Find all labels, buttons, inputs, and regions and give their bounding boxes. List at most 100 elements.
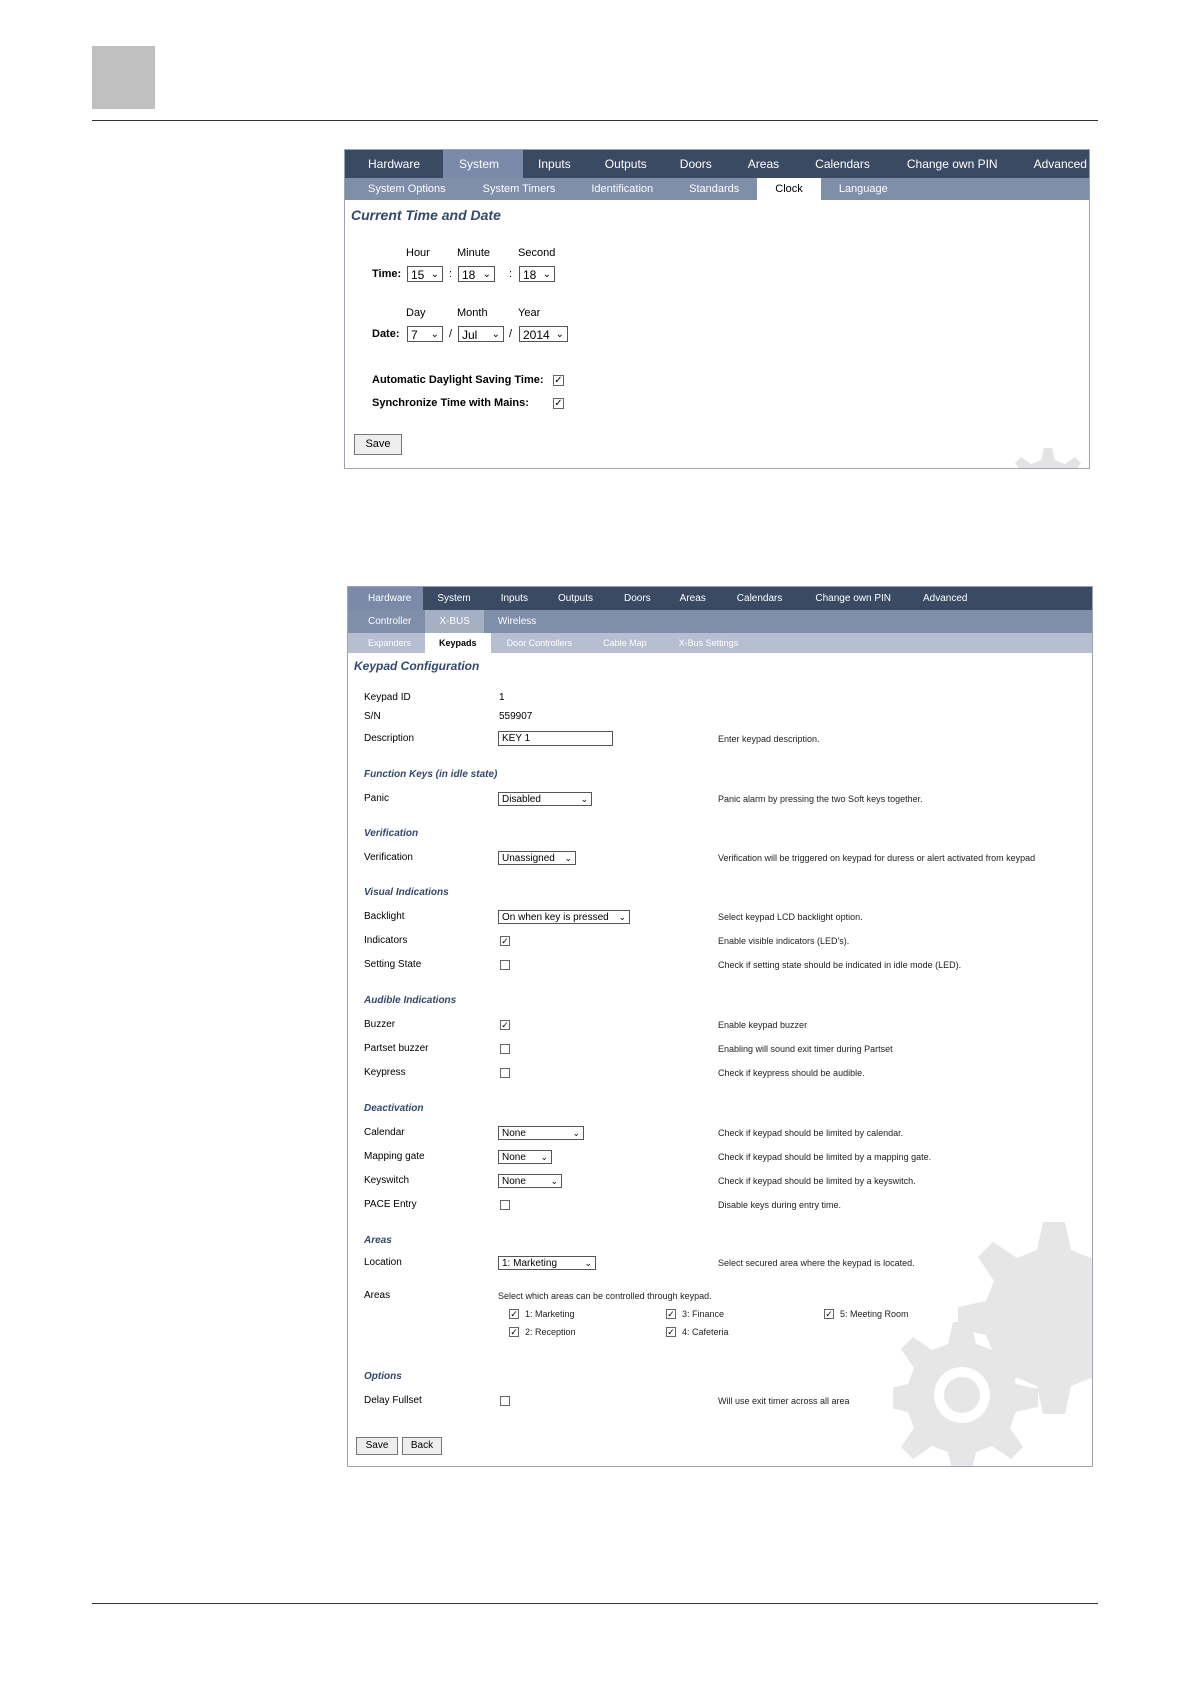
tab-hardware[interactable]: Hardware: [345, 150, 443, 178]
day-select[interactable]: 7 ⌄: [407, 326, 443, 342]
buzzer-label: Buzzer: [364, 1019, 396, 1030]
subtab-expanders[interactable]: Expanders: [348, 633, 425, 653]
chevron-down-icon: ⌄: [550, 1176, 558, 1186]
chapter-marker: [92, 46, 155, 109]
tab-advanced[interactable]: Advanced: [1016, 150, 1089, 178]
location-value: 1: Marketing: [502, 1258, 558, 1269]
indicators-label: Indicators: [364, 935, 408, 946]
subtab-language[interactable]: Language: [821, 178, 906, 200]
location-select[interactable]: 1: Marketing ⌄: [498, 1256, 596, 1270]
tab-change-own-pin[interactable]: Change own PIN: [888, 150, 1016, 178]
calendar-select[interactable]: None ⌄: [498, 1126, 584, 1140]
tab-outputs[interactable]: Outputs: [589, 150, 664, 178]
month-select[interactable]: Jul ⌄: [458, 326, 504, 342]
keyswitch-value: None: [502, 1176, 526, 1187]
areas-label: Areas: [364, 1290, 391, 1301]
location-label: Location: [364, 1257, 402, 1268]
tab-doors[interactable]: Doors: [664, 150, 728, 178]
hour-label: Hour: [406, 247, 430, 259]
backlight-label: Backlight: [364, 911, 405, 922]
tab-system[interactable]: System: [443, 150, 524, 178]
sn-value: 559907: [499, 711, 533, 722]
verification-hint: Verification will be triggered on keypad…: [718, 853, 1036, 863]
area-checkbox[interactable]: ✓: [509, 1327, 519, 1337]
tab-change-own-pin[interactable]: Change own PIN: [799, 587, 907, 610]
month-label: Month: [457, 307, 488, 319]
delay-fullset-checkbox[interactable]: [500, 1396, 510, 1406]
visual-indications-title: Visual Indications: [364, 887, 449, 898]
panic-select[interactable]: Disabled ⌄: [498, 792, 592, 806]
tab-system[interactable]: System: [423, 587, 484, 610]
verification-select[interactable]: Unassigned ⌄: [498, 851, 576, 865]
area-label: 2: Reception: [525, 1327, 576, 1337]
partset-checkbox[interactable]: [500, 1044, 510, 1054]
subtab-clock[interactable]: Clock: [757, 178, 821, 200]
subtab-x-bus[interactable]: X-BUS: [425, 610, 484, 633]
setting-state-checkbox[interactable]: [500, 960, 510, 970]
year-select[interactable]: 2014 ⌄: [519, 326, 568, 342]
tab-calendars[interactable]: Calendars: [797, 150, 888, 178]
area-label: 3: Finance: [682, 1309, 725, 1319]
subtab-x-bus-settings[interactable]: X-Bus Settings: [663, 633, 755, 653]
subtab-wireless[interactable]: Wireless: [484, 610, 550, 633]
area-checkbox[interactable]: ✓: [824, 1309, 834, 1319]
main-nav: Hardware System Inputs Outputs Doors Are…: [345, 150, 1089, 178]
area-label: 1: Marketing: [525, 1309, 575, 1319]
partset-hint: Enabling will sound exit timer during Pa…: [718, 1044, 893, 1054]
sync-checkbox[interactable]: ✓: [553, 398, 564, 409]
subtab-controller[interactable]: Controller: [348, 610, 425, 633]
dst-checkbox[interactable]: ✓: [553, 375, 564, 386]
pace-entry-checkbox[interactable]: [500, 1200, 510, 1210]
subtab-standards[interactable]: Standards: [671, 178, 757, 200]
areas-hint: Select which areas can be controlled thr…: [498, 1291, 712, 1301]
tab-inputs[interactable]: Inputs: [485, 587, 544, 610]
backlight-select[interactable]: On when key is pressed ⌄: [498, 910, 630, 924]
chevron-down-icon: ⌄: [542, 269, 551, 280]
subtab-keypads[interactable]: Keypads: [425, 633, 491, 653]
verification-value: Unassigned: [502, 853, 555, 864]
area-checkbox[interactable]: ✓: [509, 1309, 519, 1319]
save-button[interactable]: Save: [356, 1437, 398, 1455]
tab-advanced[interactable]: Advanced: [907, 587, 983, 610]
area-checkbox[interactable]: ✓: [666, 1327, 676, 1337]
area-checkbox[interactable]: ✓: [666, 1309, 676, 1319]
audible-indications-title: Audible Indications: [364, 995, 457, 1006]
description-input[interactable]: KEY 1: [498, 731, 613, 746]
tab-outputs[interactable]: Outputs: [544, 587, 608, 610]
chevron-down-icon: ⌄: [580, 794, 588, 804]
mapping-gate-select[interactable]: None ⌄: [498, 1150, 552, 1164]
subtab-system-timers[interactable]: System Timers: [465, 178, 574, 200]
date-separator: /: [449, 328, 453, 340]
clock-settings-screenshot: Hardware System Inputs Outputs Doors Are…: [344, 149, 1090, 469]
subtab-door-controllers[interactable]: Door Controllers: [491, 633, 589, 653]
subtab-identification[interactable]: Identification: [573, 178, 671, 200]
keyswitch-label: Keyswitch: [364, 1175, 410, 1186]
keyswitch-select[interactable]: None ⌄: [498, 1174, 562, 1188]
verification-title: Verification: [364, 828, 419, 839]
minute-label: Minute: [457, 247, 491, 259]
check-icon: ✓: [510, 1309, 518, 1319]
keypress-hint: Check if keypress should be audible.: [718, 1068, 865, 1078]
subtab-cable-map[interactable]: Cable Map: [588, 633, 663, 653]
tab-doors[interactable]: Doors: [608, 587, 667, 610]
day-label: Day: [406, 307, 426, 319]
year-label: Year: [518, 307, 541, 319]
chevron-down-icon: ⌄: [491, 329, 500, 340]
minute-select[interactable]: 18 ⌄: [458, 266, 495, 282]
indicators-checkbox[interactable]: ✓: [500, 936, 510, 946]
save-button[interactable]: Save: [354, 434, 402, 455]
tab-inputs[interactable]: Inputs: [523, 150, 589, 178]
tab-areas[interactable]: Areas: [667, 587, 722, 610]
keypress-checkbox[interactable]: [500, 1068, 510, 1078]
subtab-system-options[interactable]: System Options: [345, 178, 465, 200]
second-select[interactable]: 18 ⌄: [519, 266, 555, 282]
pace-entry-hint: Disable keys during entry time.: [718, 1200, 842, 1210]
tab-hardware[interactable]: Hardware: [348, 587, 424, 610]
panic-value: Disabled: [502, 794, 541, 805]
buzzer-checkbox[interactable]: ✓: [500, 1020, 510, 1030]
hour-select[interactable]: 15 ⌄: [407, 266, 443, 282]
back-button[interactable]: Back: [402, 1437, 442, 1455]
tab-areas[interactable]: Areas: [728, 150, 797, 178]
tab-calendars[interactable]: Calendars: [722, 587, 800, 610]
areas-title: Areas: [364, 1235, 392, 1246]
